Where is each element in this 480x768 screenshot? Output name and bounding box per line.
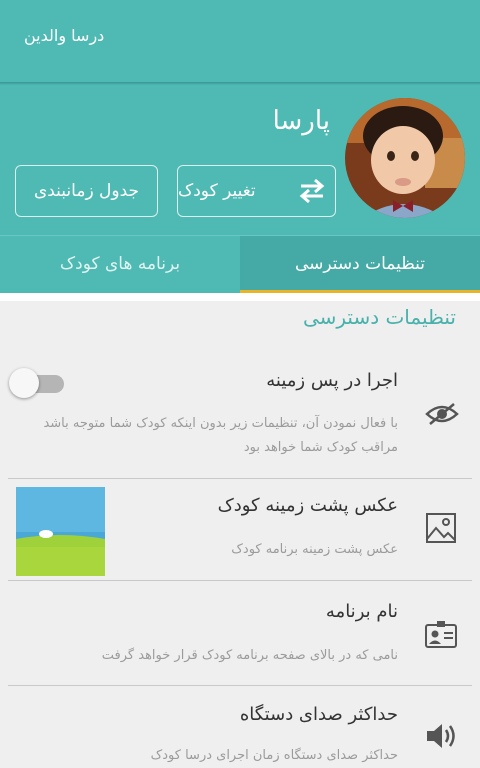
toggle-knob[interactable]	[9, 368, 39, 398]
wallpaper-thumbnail[interactable]	[16, 487, 105, 576]
child-avatar[interactable]	[345, 98, 465, 218]
app-name-description: نامی که در بالای صفحه برنامه کودک قرار خ…	[101, 648, 398, 663]
background-run-description: با فعال نمودن آن، تنظیمات زیر بدون اینکه…	[43, 416, 398, 455]
schedule-label: جدول زمانبندی	[33, 181, 140, 201]
divider	[8, 580, 472, 581]
max-volume-description: حداکثر صدای دستگاه زمان اجرای درسا کودک	[150, 748, 398, 763]
divider	[8, 685, 472, 686]
eye-icon	[424, 400, 460, 432]
section-title: تنظیمات دسترسی	[302, 305, 456, 329]
background-run-title: اجرا در پس زمینه	[266, 370, 398, 391]
tab-child-apps[interactable]: برنامه های کودک	[0, 236, 240, 291]
wallpaper-title: عکس پشت زمینه کودک	[217, 495, 398, 516]
schedule-button[interactable]: جدول زمانبندی	[15, 165, 158, 217]
app-bar: درسا والدین	[0, 0, 480, 82]
tab-access-label: تنظیمات دسترسی	[294, 253, 426, 274]
change-child-button[interactable]: تغییر کودک	[177, 165, 336, 217]
tab-bar: تنظیمات دسترسی برنامه های کودک	[0, 235, 480, 294]
app-name-title: نام برنامه	[325, 601, 398, 622]
child-name: پارسا	[272, 106, 330, 136]
max-volume-title: حداکثر صدای دستگاه	[239, 704, 398, 725]
divider	[8, 478, 472, 479]
change-child-label: تغییر کودک	[178, 181, 256, 201]
id-card-icon	[424, 619, 458, 653]
content-top-band	[0, 293, 480, 301]
tab-access-settings[interactable]: تنظیمات دسترسی	[240, 236, 480, 291]
swap-icon	[297, 178, 327, 209]
app-title: درسا والدین	[24, 26, 105, 45]
wallpaper-description: عکس پشت زمینه برنامه کودک	[231, 542, 398, 557]
volume-icon	[424, 720, 460, 756]
image-icon	[424, 511, 458, 549]
tab-apps-label: برنامه های کودک	[59, 253, 181, 274]
